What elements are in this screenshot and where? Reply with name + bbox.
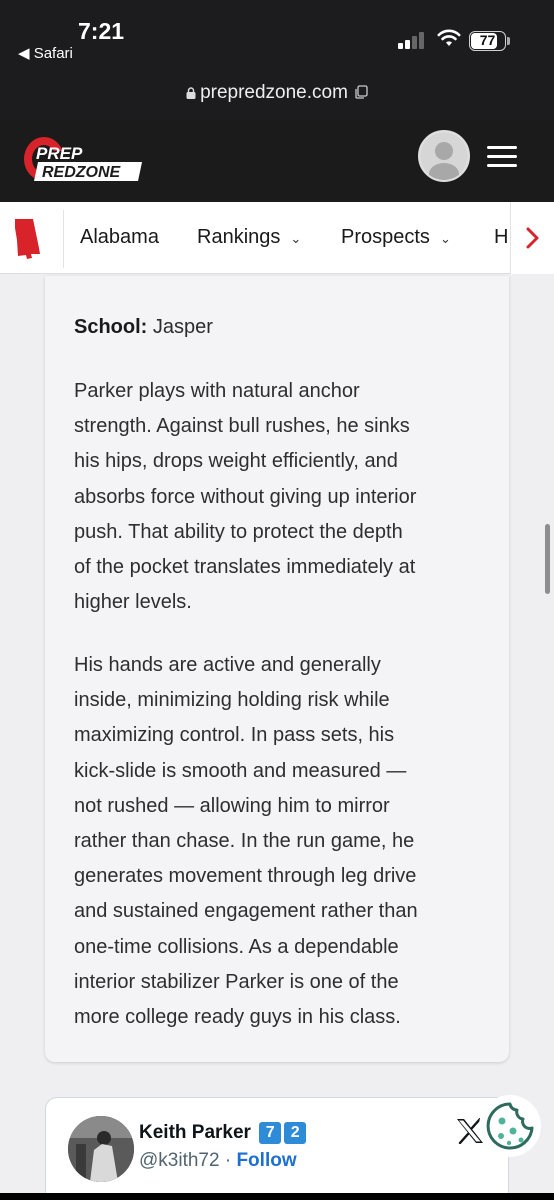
embedded-tweet-card[interactable]: Keith Parker 72 @k3ith72 · Follow <box>45 1097 509 1200</box>
cookie-icon <box>486 1102 534 1150</box>
url-text: prepredzone.com <box>200 82 348 103</box>
tweet-handle[interactable]: @k3ith72 <box>139 1150 220 1171</box>
wifi-icon <box>437 29 461 46</box>
article-card: School: Jasper Parker plays with natural… <box>45 276 509 1062</box>
chevron-down-icon: ⌄ <box>290 231 302 246</box>
article-paragraph-1: Parker plays with natural anchor strengt… <box>74 380 417 614</box>
tweet-author-avatar[interactable] <box>68 1116 134 1182</box>
clock: 7:21 <box>78 18 125 44</box>
prep-redzone-logo[interactable]: PREP REDZONE <box>22 134 152 184</box>
battery-level: 77 <box>479 32 496 48</box>
tweet-author-name[interactable]: Keith Parker 72 <box>139 1122 307 1144</box>
back-to-safari-link[interactable]: ◀ Safari <box>18 44 73 62</box>
school-value: Jasper <box>152 316 213 338</box>
alabama-state-icon[interactable] <box>12 218 44 260</box>
nav-item-alabama[interactable]: Alabama <box>80 226 159 249</box>
user-silhouette-icon <box>420 132 468 180</box>
nav-scroll-right-button[interactable] <box>510 202 554 274</box>
number-emoji-badge: 7 <box>259 1122 282 1144</box>
address-bar[interactable]: prepredzone.com <box>0 70 554 120</box>
status-bar: 7:21 ◀ Safari 77 <box>0 0 554 70</box>
site-header: PREP REDZONE <box>0 120 554 202</box>
lock-icon <box>186 87 196 99</box>
page-scrollbar[interactable] <box>545 524 550 594</box>
article-paragraph-2: His hands are active and generally insid… <box>74 654 418 1029</box>
state-nav-bar: Alabama Rankings ⌄ Prospects ⌄ H <box>0 202 554 274</box>
nav-item-prospects[interactable]: Prospects ⌄ <box>341 226 451 249</box>
follow-link[interactable]: Follow <box>236 1150 296 1171</box>
user-avatar[interactable] <box>418 130 470 182</box>
number-emoji-badge: 2 <box>284 1122 307 1144</box>
chevron-down-icon: ⌄ <box>439 231 451 246</box>
tweet-handle-line: @k3ith72 · Follow <box>139 1150 297 1171</box>
battery-nub <box>507 37 510 45</box>
author-photo <box>68 1116 134 1182</box>
copy-icon[interactable] <box>354 85 368 99</box>
svg-text:REDZONE: REDZONE <box>42 164 122 181</box>
battery-icon: 77 <box>469 31 506 51</box>
nav-item-rankings[interactable]: Rankings ⌄ <box>197 226 301 249</box>
chevron-right-icon <box>526 227 539 249</box>
school-label: School: <box>74 316 148 338</box>
cookie-settings-button[interactable] <box>479 1095 541 1157</box>
nav-item-truncated[interactable]: H <box>494 226 508 249</box>
svg-text:PREP: PREP <box>36 144 83 163</box>
school-line: School: Jasper <box>74 316 213 339</box>
screen-bottom-edge <box>0 1193 554 1200</box>
hamburger-menu-icon[interactable] <box>487 146 517 168</box>
cellular-signal-icon <box>398 31 428 49</box>
